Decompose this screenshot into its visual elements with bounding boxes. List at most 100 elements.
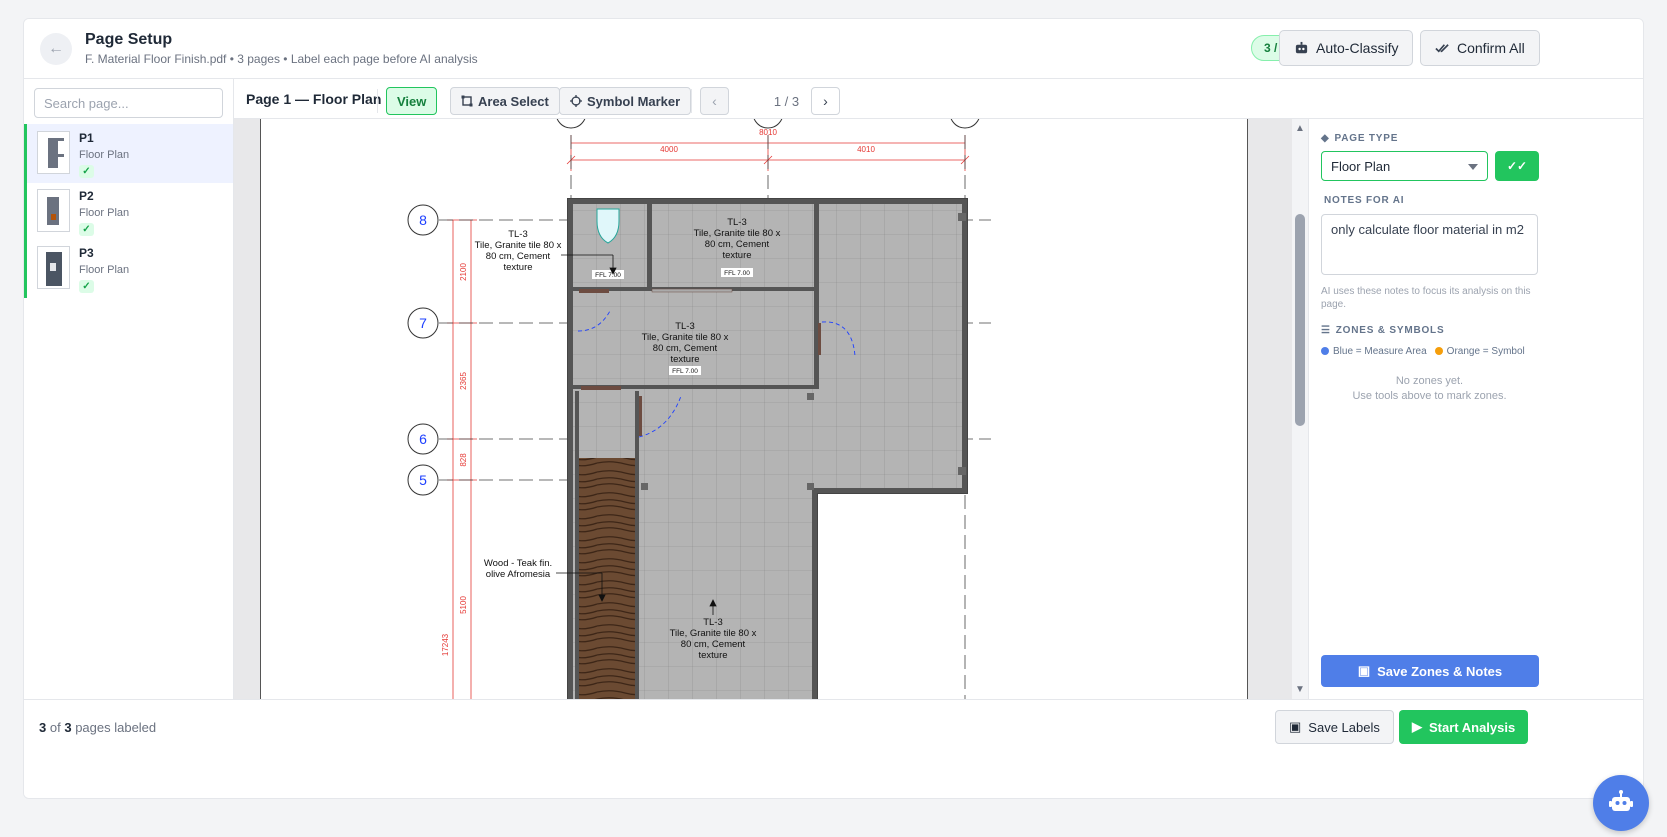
scroll-up-icon[interactable]: ▲ [1293, 123, 1307, 134]
tag-icon: ◆ [1321, 133, 1330, 144]
area-select-tool-button[interactable]: Area Select [450, 87, 560, 115]
tile-desc-3b: 80 cm, Cement [653, 343, 718, 354]
page-thumbnail [37, 189, 70, 232]
toolbar-divider [377, 89, 378, 113]
notes-for-ai-textarea[interactable]: only calculate floor material in m2 [1321, 214, 1538, 275]
tile-code-2: TL-3 [727, 217, 747, 228]
wood-desc-a: Wood - Teak fin. [484, 558, 552, 569]
layers-icon: ☰ [1321, 325, 1331, 336]
page-list-item-p2[interactable]: P2 Floor Plan ✓ [24, 182, 233, 241]
labeled-count-status: 3 of 3 pages labeled [39, 720, 157, 735]
save-zones-label: Save Zones & Notes [1377, 663, 1503, 679]
arrow-left-icon: ← [48, 40, 64, 57]
ffl-label-1: FFL 7.00 [595, 272, 621, 279]
grid-label-7: 7 [419, 315, 427, 331]
tile-desc-4a: Tile, Granite tile 80 x [670, 628, 757, 639]
page-title: Page Setup [85, 31, 173, 48]
tile-code-3: TL-3 [675, 321, 695, 332]
tile-desc-1c: texture [503, 262, 532, 273]
zones-heading-text: ZONES & SYMBOLS [1335, 325, 1445, 336]
double-check-icon [1435, 43, 1449, 53]
current-page-title: Page 1 — Floor Plan [246, 91, 382, 107]
dim-v1: 2100 [459, 263, 468, 281]
start-analysis-button[interactable]: ▶ Start Analysis [1399, 710, 1529, 744]
dim-v5: 17243 [441, 633, 450, 656]
page-list-item-p3[interactable]: P3 Floor Plan ✓ [24, 239, 233, 298]
page-settings-panel: ◆ PAGE TYPE Floor Plan ✓✓ NOTES FOR AI o… [1308, 119, 1643, 699]
symbol-marker-label: Symbol Marker [587, 93, 681, 109]
empty-line-1: No zones yet. [1395, 375, 1464, 387]
legend-measure-area: Blue = Measure Area [1321, 346, 1427, 357]
tile-desc-2b: 80 cm, Cement [705, 239, 770, 250]
tile-desc-1a: Tile, Granite tile 80 x [475, 240, 562, 251]
next-page-button[interactable]: › [811, 87, 840, 115]
page-type-heading-text: PAGE TYPE [1334, 133, 1399, 144]
save-labels-label: Save Labels [1308, 719, 1380, 735]
zones-heading: ☰ ZONES & SYMBOLS [1321, 325, 1444, 336]
canvas-vertical-scrollbar[interactable]: ▲ ▼ [1292, 119, 1308, 699]
grid-label-8: 8 [419, 212, 427, 228]
auto-classify-button[interactable]: Auto-Classify [1279, 30, 1414, 66]
page-name: P2 [79, 189, 94, 203]
previous-page-button[interactable]: ‹ [700, 87, 729, 115]
page-type-label: Floor Plan [79, 149, 130, 161]
area-select-icon [461, 95, 473, 107]
confirm-all-button[interactable]: Confirm All [1420, 30, 1540, 66]
drawing-canvas[interactable]: 8010 4000 4010 2100 2365 828 5100 17243 [234, 119, 1292, 699]
scrollbar-thumb[interactable] [1295, 214, 1305, 426]
ai-assistant-button[interactable] [1593, 775, 1649, 831]
labeled-check-icon: ✓ [79, 223, 94, 236]
confirm-page-type-button[interactable]: ✓✓ [1495, 151, 1539, 181]
tile-desc-4c: texture [698, 650, 727, 661]
page-type-selected-value: Floor Plan [1331, 158, 1391, 174]
page-thumbnail [37, 246, 70, 289]
dim-v4: 5100 [459, 596, 468, 614]
save-zones-notes-button[interactable]: ▣ Save Zones & Notes [1321, 655, 1539, 687]
symbol-marker-tool-button[interactable]: Symbol Marker [559, 87, 692, 115]
page-subtitle: F. Material Floor Finish.pdf • 3 pages •… [85, 52, 478, 66]
floppy-disk-icon: ▣ [1289, 719, 1302, 734]
scroll-down-icon[interactable]: ▼ [1293, 684, 1307, 695]
search-page-input[interactable] [34, 88, 223, 118]
tile-desc-2a: Tile, Granite tile 80 x [694, 228, 781, 239]
save-labels-button[interactable]: ▣ Save Labels [1275, 710, 1394, 744]
page-sidebar: P1 Floor Plan ✓ P2 Floor Plan ✓ P3 Floor… [24, 79, 234, 743]
robot-icon [1609, 790, 1633, 811]
tile-code-4: TL-3 [703, 617, 723, 628]
view-tool-label: View [397, 93, 427, 109]
drawing-sheet: 8010 4000 4010 2100 2365 828 5100 17243 [260, 119, 1248, 699]
page-list-item-p1[interactable]: P1 Floor Plan ✓ [24, 124, 233, 183]
page-thumbnail [37, 131, 70, 174]
labeled-check-icon: ✓ [79, 280, 94, 293]
header: ← Page Setup F. Material Floor Finish.pd… [24, 19, 1643, 79]
wood-desc-b: olive Afromesia [486, 569, 551, 580]
notes-heading: NOTES FOR AI [1324, 195, 1405, 206]
chevron-left-icon: ‹ [712, 93, 717, 109]
area-select-label: Area Select [478, 93, 549, 109]
dim-top-right: 4010 [857, 145, 875, 154]
caret-down-icon [1468, 164, 1478, 170]
tile-desc-4b: 80 cm, Cement [681, 639, 746, 650]
page-type-select[interactable]: Floor Plan [1321, 151, 1488, 181]
tile-desc-3c: texture [670, 354, 699, 365]
page-name: P1 [79, 131, 94, 145]
auto-classify-label: Auto-Classify [1316, 40, 1399, 56]
legend-symbol: Orange = Symbol [1434, 346, 1525, 357]
ffl-label-3: FFL 7.00 [672, 368, 698, 375]
dim-top-left: 4000 [660, 145, 678, 154]
floor-plan-drawing: 8010 4000 4010 2100 2365 828 5100 17243 [407, 119, 991, 699]
toolbar-divider [691, 89, 692, 113]
orange-dot-icon [1434, 347, 1443, 356]
ffl-label-2: FFL 7.00 [724, 270, 750, 277]
view-tool-button[interactable]: View [386, 87, 438, 115]
robot-icon [1295, 41, 1308, 53]
page-setup-window: ← Page Setup F. Material Floor Finish.pd… [23, 18, 1644, 799]
footer: 3 of 3 pages labeled ▣ Save Labels ▶ Sta… [24, 699, 1643, 798]
tile-code-1: TL-3 [508, 229, 528, 240]
tile-desc-1b: 80 cm, Cement [486, 251, 551, 262]
start-analysis-label: Start Analysis [1429, 719, 1516, 735]
play-icon: ▶ [1412, 719, 1422, 734]
grid-label-6: 6 [419, 431, 427, 447]
tile-desc-2c: texture [722, 250, 751, 261]
back-button[interactable]: ← [40, 33, 72, 65]
